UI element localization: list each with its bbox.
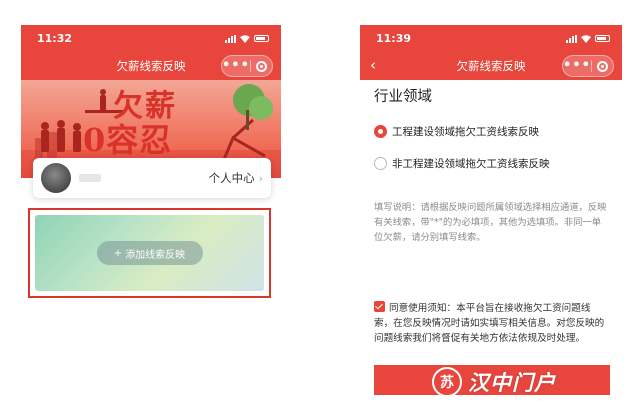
close-target-button[interactable] bbox=[592, 60, 613, 72]
back-chevron-icon[interactable]: ‹ bbox=[370, 57, 376, 73]
user-card[interactable]: 个人中心 › bbox=[33, 158, 271, 198]
banner-slogan-line2: 0容忍 bbox=[83, 121, 173, 159]
status-time: 11:39 bbox=[376, 32, 412, 45]
target-icon bbox=[255, 60, 267, 72]
close-target-button[interactable] bbox=[251, 60, 272, 72]
section-title: 行业领域 bbox=[374, 89, 432, 105]
radio-icon bbox=[374, 124, 387, 138]
radio-option-label: 非工程建设领域拖欠工资线索反映 bbox=[392, 157, 550, 170]
radio-option-label: 工程建设领域拖欠工资线索反映 bbox=[392, 125, 539, 138]
battery-icon bbox=[254, 35, 269, 42]
page-title: 欠薪线索反映 bbox=[116, 59, 186, 73]
mini-program-capsule: ••• bbox=[562, 55, 614, 77]
avatar bbox=[41, 163, 71, 193]
page-title: 欠薪线索反映 bbox=[456, 59, 526, 73]
more-dots-icon[interactable]: ••• bbox=[563, 57, 591, 75]
wifi-icon bbox=[581, 34, 591, 43]
battery-icon bbox=[595, 35, 610, 42]
signal-icon bbox=[566, 34, 577, 43]
plus-icon: + bbox=[113, 247, 123, 259]
add-clue-highlight-frame: + 添加线索反映 bbox=[28, 208, 271, 298]
nav-bar: 欠薪线索反映 ••• bbox=[21, 52, 281, 80]
add-clue-card: + 添加线索反映 bbox=[35, 215, 264, 291]
form-body: 行业领域 工程建设领域拖欠工资线索反映 非工程建设领域拖欠工资线索反映 填写说明… bbox=[360, 85, 622, 346]
checkbox-icon[interactable] bbox=[374, 301, 385, 312]
more-dots-icon[interactable]: ••• bbox=[222, 57, 250, 75]
radio-option-construction[interactable]: 工程建设领域拖欠工资线索反映 bbox=[374, 122, 608, 140]
nav-bar: ‹ 欠薪线索反映 ••• bbox=[360, 52, 622, 80]
radio-option-non-construction[interactable]: 非工程建设领域拖欠工资线索反映 bbox=[374, 154, 608, 172]
screenshot-stage: 11:32 欠薪线索反映 ••• 欠薪 0容忍 个人中心 › + 添加线索反映 … bbox=[0, 0, 628, 411]
banner-slogan: 欠薪 0容忍 bbox=[83, 89, 177, 159]
signal-icon bbox=[225, 34, 236, 43]
agreement-text: 同意使用须知：本平台旨在接收拖欠工资问题线索，在您反映情况时请如实填写相关信息。… bbox=[374, 303, 605, 344]
radio-icon bbox=[374, 156, 387, 170]
status-time: 11:32 bbox=[37, 32, 73, 45]
status-bar: 11:39 bbox=[360, 25, 622, 52]
watermark: 苏 汉中门户 bbox=[432, 364, 556, 400]
add-clue-button[interactable]: + 添加线索反映 bbox=[96, 241, 203, 265]
agreement-row[interactable]: 同意使用须知：本平台旨在接收拖欠工资问题线索，在您反映情况时请如实填写相关信息。… bbox=[374, 301, 608, 346]
personal-center-label: 个人中心 bbox=[208, 171, 255, 185]
status-icons bbox=[566, 34, 610, 43]
target-icon bbox=[596, 60, 608, 72]
user-name-redacted bbox=[79, 174, 101, 182]
watermark-logo-icon: 苏 bbox=[432, 367, 462, 397]
phone-screen-form: 11:39 ‹ 欠薪线索反映 ••• 行业领域 工程建设领域拖欠工资线索反映 非… bbox=[360, 25, 622, 411]
banner-slogan-line1: 欠薪 bbox=[113, 89, 177, 124]
wifi-icon bbox=[240, 34, 250, 43]
watermark-text: 汉中门户 bbox=[468, 370, 556, 395]
status-icons bbox=[225, 34, 269, 43]
instructions-note: 填写说明：请根据反映问题所属领域选择相应通道，反映有关线索，带"*"的为必填项，… bbox=[374, 202, 607, 243]
chevron-right-icon: › bbox=[258, 171, 263, 185]
mini-program-capsule: ••• bbox=[221, 55, 273, 77]
add-clue-label: 添加线索反映 bbox=[125, 249, 186, 261]
personal-center-link[interactable]: 个人中心 › bbox=[209, 170, 263, 186]
phone-screen-home: 11:32 欠薪线索反映 ••• 欠薪 0容忍 个人中心 › + 添加线索反映 bbox=[21, 25, 281, 325]
status-bar: 11:32 bbox=[21, 25, 281, 52]
